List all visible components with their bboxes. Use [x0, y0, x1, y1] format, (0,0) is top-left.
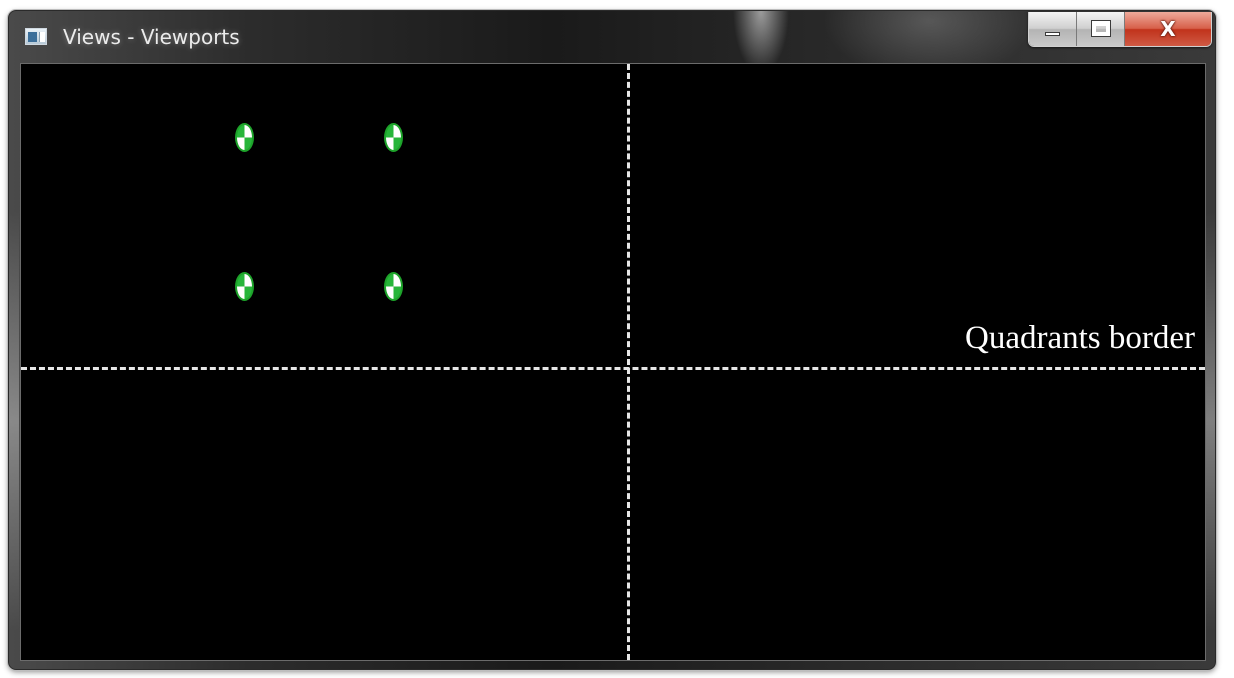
quadrant-border-horizontal — [21, 367, 1205, 370]
maximize-icon — [1091, 20, 1111, 37]
close-button[interactable]: X — [1125, 12, 1211, 46]
minimize-button[interactable] — [1029, 12, 1077, 46]
marker-top-left — [235, 123, 254, 152]
window-title: Views - Viewports — [63, 25, 240, 49]
window-frame-right-highlight — [1205, 211, 1215, 631]
marker-bottom-left — [235, 272, 254, 301]
window-frame-left-highlight — [9, 211, 19, 631]
viewport-canvas[interactable]: Quadrants border — [20, 63, 1206, 661]
marker-top-right — [384, 123, 403, 152]
quadrants-border-label: Quadrants border — [964, 320, 1195, 356]
title-bar[interactable]: Views - Viewports X — [9, 11, 1215, 63]
marker-bottom-right — [384, 272, 403, 301]
app-icon-pane-right — [39, 32, 45, 42]
application-window: Views - Viewports X Quadrants border — [8, 10, 1216, 670]
minimize-icon — [1045, 32, 1060, 36]
window-app-icon[interactable] — [25, 28, 47, 45]
close-icon: X — [1160, 17, 1176, 41]
app-icon-pane-left — [28, 32, 37, 42]
quadrant-border-vertical — [627, 64, 630, 660]
caption-buttons: X — [1028, 12, 1212, 47]
maximize-button[interactable] — [1077, 12, 1125, 46]
